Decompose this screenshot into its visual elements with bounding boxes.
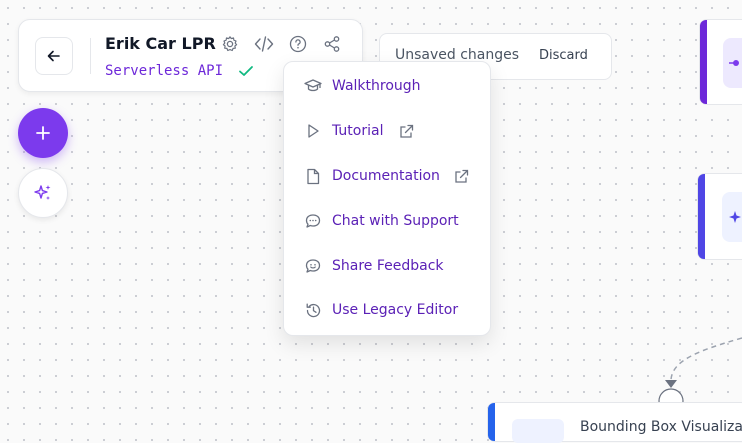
node-icon: [512, 419, 564, 443]
settings-icon[interactable]: [219, 33, 241, 55]
workflow-node-partial-2[interactable]: [697, 173, 742, 260]
menu-item-label: Chat with Support: [332, 213, 459, 229]
plus-icon: [36, 126, 50, 140]
menu-item-share-feedback[interactable]: Share Feedback: [284, 246, 490, 286]
menu-item-label: Walkthrough: [332, 78, 421, 94]
node-label: Bounding Box Visualizat: [580, 419, 742, 435]
code-icon[interactable]: [253, 33, 275, 55]
header-divider: [90, 38, 91, 74]
workflow-node-bounding-box[interactable]: Bounding Box Visualizat: [487, 402, 742, 443]
help-icon[interactable]: [287, 33, 309, 55]
check-icon: [239, 66, 253, 76]
workflow-type-label: Serverless API: [105, 63, 224, 79]
file-icon: [304, 167, 322, 185]
graduation-cap-icon: [304, 77, 322, 95]
share-icon[interactable]: [321, 33, 343, 55]
help-menu: Walkthrough Tutorial Documentation Chat …: [283, 61, 491, 336]
add-block-button[interactable]: [18, 108, 68, 158]
menu-item-documentation[interactable]: Documentation: [284, 156, 490, 196]
menu-item-label: Documentation: [332, 168, 440, 184]
ai-assistant-button[interactable]: [18, 168, 68, 218]
sparkle-icon: [729, 211, 741, 223]
external-link-icon: [452, 167, 470, 185]
menu-item-label: Use Legacy Editor: [332, 302, 459, 318]
chat-icon: [304, 212, 322, 230]
header-actions: [219, 33, 343, 55]
workflow-node-partial-1[interactable]: [699, 19, 742, 105]
history-icon: [304, 301, 322, 319]
menu-item-label: Tutorial: [332, 123, 384, 139]
feedback-icon: [304, 257, 322, 275]
discard-button[interactable]: Discard: [539, 48, 588, 63]
menu-item-tutorial[interactable]: Tutorial: [284, 111, 490, 151]
external-link-icon: [397, 122, 415, 140]
arrow-left-icon: [47, 50, 60, 62]
node-icon: [729, 60, 739, 66]
menu-item-legacy-editor[interactable]: Use Legacy Editor: [284, 290, 490, 330]
sparkles-icon: [34, 185, 51, 200]
play-icon: [304, 122, 322, 140]
back-button[interactable]: [35, 37, 73, 75]
menu-item-walkthrough[interactable]: Walkthrough: [284, 66, 490, 106]
menu-item-chat-support[interactable]: Chat with Support: [284, 201, 490, 241]
workflow-title[interactable]: Erik Car LPR: [105, 34, 216, 53]
menu-item-label: Share Feedback: [332, 258, 444, 274]
